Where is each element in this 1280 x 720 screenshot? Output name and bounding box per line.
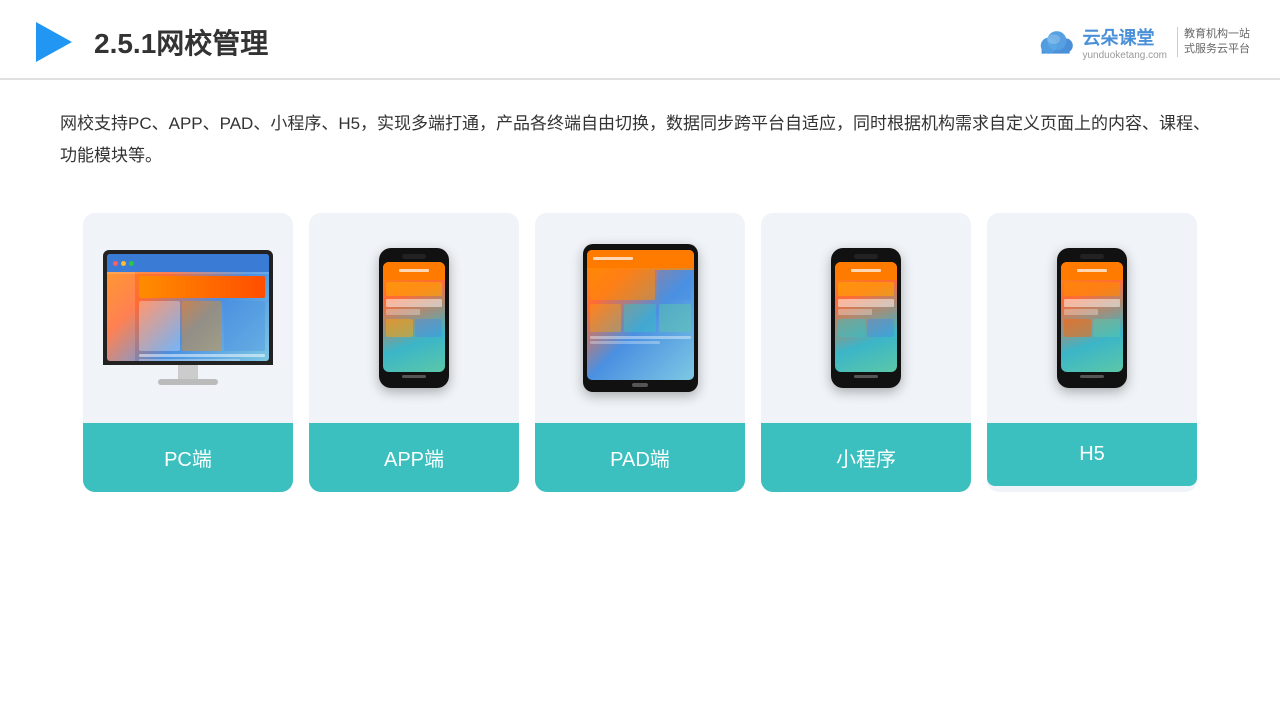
device-card-app: APP端 [309, 213, 519, 492]
logo-cloud: 云朵课堂 yunduoketang.com 教育机构一站 式服务云平台 [1036, 24, 1250, 61]
page-title: 2.5.1网校管理 [94, 22, 268, 62]
header-left: 2.5.1网校管理 [30, 18, 268, 66]
h5-phone-illustration [1057, 248, 1127, 388]
logo-subtitle: 教育机构一站 式服务云平台 [1177, 27, 1250, 58]
miniprogram-phone-illustration [831, 248, 901, 388]
pc-monitor-illustration [103, 250, 273, 385]
device-card-pc: PC端 [83, 213, 293, 492]
logo-area: 云朵课堂 yunduoketang.com 教育机构一站 式服务云平台 [1036, 24, 1250, 61]
h5-image-area [987, 213, 1197, 423]
description-text: 网校支持PC、APP、PAD、小程序、H5，实现多端打通，产品各终端自由切换，数… [0, 80, 1280, 183]
play-icon [30, 18, 78, 66]
app-image-area [309, 213, 519, 423]
miniprogram-label: 小程序 [761, 423, 971, 492]
device-card-miniprogram: 小程序 [761, 213, 971, 492]
app-label: APP端 [309, 423, 519, 492]
logo-text-main: 云朵课堂 yunduoketang.com [1082, 24, 1167, 61]
devices-section: PC端 [0, 183, 1280, 512]
device-card-h5: H5 [987, 213, 1197, 492]
pc-label: PC端 [83, 423, 293, 492]
miniprogram-image-area [761, 213, 971, 423]
app-phone-illustration [379, 248, 449, 388]
pad-image-area [535, 213, 745, 423]
page-container: 2.5.1网校管理 云朵课堂 [0, 0, 1280, 720]
page-header: 2.5.1网校管理 云朵课堂 [0, 0, 1280, 80]
cloud-logo-icon [1036, 28, 1076, 56]
pad-tablet-illustration [583, 244, 698, 392]
device-card-pad: PAD端 [535, 213, 745, 492]
h5-label: H5 [987, 423, 1197, 486]
pad-label: PAD端 [535, 423, 745, 492]
pc-image-area [83, 213, 293, 423]
